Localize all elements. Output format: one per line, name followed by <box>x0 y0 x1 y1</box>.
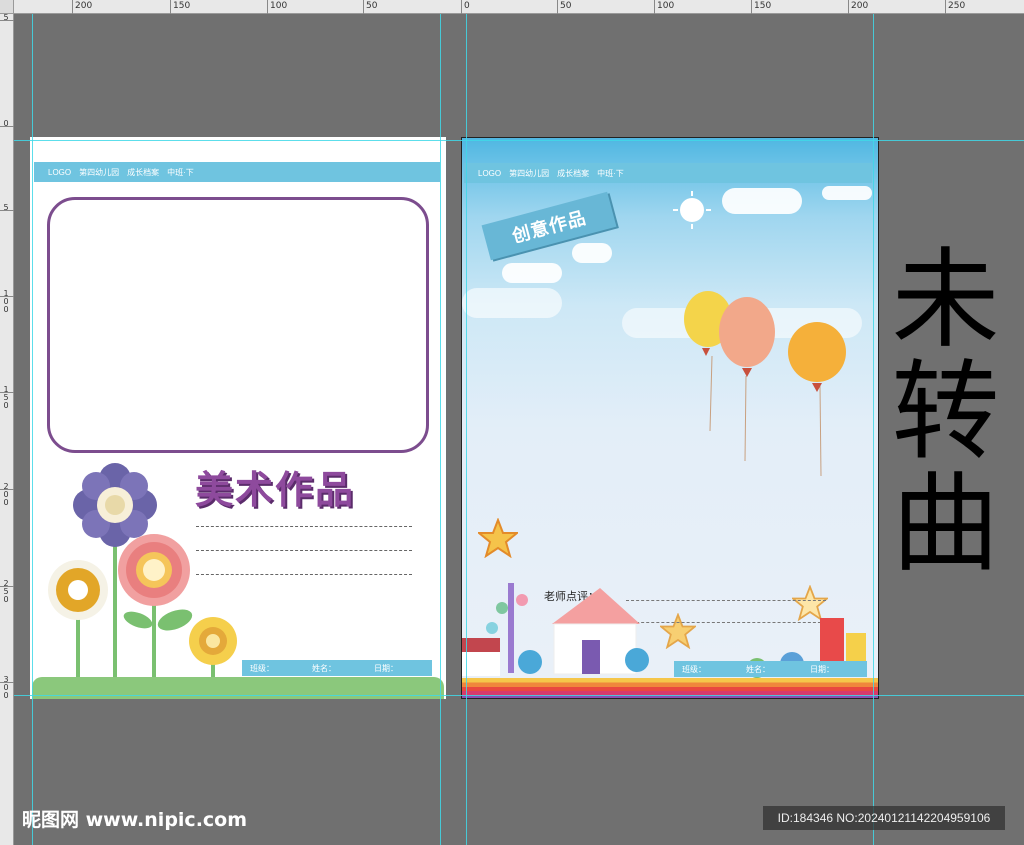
guide-line[interactable] <box>14 695 1024 696</box>
ruler-label: 5 <box>3 203 9 212</box>
ruler-label: 200 <box>75 1 93 11</box>
guide-line[interactable] <box>466 14 467 845</box>
ruler-label: 0 <box>3 119 9 128</box>
term-label: 中班·下 <box>597 168 624 178</box>
side-char: 曲 <box>891 462 1000 587</box>
school-name: 第四幼儿园 <box>509 168 550 178</box>
image-id-watermark: ID:184346 NO:20240121142204959106 <box>763 806 1005 830</box>
logo-text: LOGO <box>48 167 72 177</box>
guide-line[interactable] <box>873 14 874 845</box>
ruler-label: 100 <box>657 1 675 11</box>
ruler-label: 1 5 0 <box>3 385 9 410</box>
info-bar: 班级： 姓名： 日期： <box>674 661 867 677</box>
ruler-label: 3 0 0 <box>3 675 9 700</box>
cloud <box>462 288 562 318</box>
name-label: 姓名： <box>312 663 336 673</box>
ruler-label: 2 5 0 <box>3 579 9 604</box>
name-label: 姓名： <box>746 664 770 674</box>
archive-title: 成长档案 <box>127 167 160 177</box>
side-char: 转 <box>891 350 1000 475</box>
date-label: 日期： <box>374 663 398 673</box>
not-outlined-text: 未 转 曲 <box>888 245 1003 581</box>
ruler-label: 1 0 0 <box>3 289 9 314</box>
balloons-illustration <box>684 291 846 477</box>
cloud <box>722 188 802 214</box>
ruler-label: 150 <box>754 1 772 11</box>
purple-flower <box>73 463 157 547</box>
pink-flower <box>118 534 190 606</box>
left-page-canvas[interactable]: LOGO 第四幼儿园 成长档案 中班·下 美术作品 班级： 姓名： 日期： <box>30 137 446 699</box>
yellow-flower <box>48 560 108 620</box>
guide-line[interactable] <box>14 140 1024 141</box>
ruler-label: 100 <box>270 1 288 11</box>
logo-text: LOGO <box>478 168 502 178</box>
date-label: 日期： <box>810 664 834 674</box>
side-char: 未 <box>891 238 1000 363</box>
header-bar: LOGO 第四幼儿园 成长档案 中班·下 <box>464 163 872 183</box>
small-yellow-flower <box>189 617 237 665</box>
ruler-label: 150 <box>173 1 191 11</box>
class-label: 班级： <box>250 663 274 673</box>
ruler-label: 50 <box>366 1 378 11</box>
ruler-corner <box>0 0 14 14</box>
ruler-label: 200 <box>851 1 869 11</box>
term-label: 中班·下 <box>167 167 194 177</box>
right-page-canvas[interactable]: LOGO 第四幼儿园 成长档案 中班·下 创意作品 老师点评： 班级： 姓名： … <box>461 137 879 699</box>
guide-line[interactable] <box>32 14 33 845</box>
top-ruler[interactable]: 200 150 100 50 0 50 100 150 200 250 <box>0 0 1024 14</box>
info-bar: 班级： 姓名： 日期： <box>242 660 432 676</box>
class-label: 班级： <box>682 664 706 674</box>
school-name: 第四幼儿园 <box>79 167 120 177</box>
cloud <box>502 263 562 283</box>
flowers-illustration <box>48 463 237 677</box>
cloud <box>572 243 612 263</box>
archive-title: 成长档案 <box>557 168 590 178</box>
guide-line[interactable] <box>440 14 441 845</box>
header-bar: LOGO 第四幼儿园 成长档案 中班·下 <box>34 162 440 182</box>
site-watermark: 昵图网 www.nipic.com <box>22 809 248 831</box>
ruler-label: 250 <box>948 1 966 11</box>
cloud <box>822 186 872 200</box>
ruler-label: 5 <box>3 13 9 22</box>
ruler-label: 2 0 0 <box>3 482 9 507</box>
badge-text: 创意作品 <box>509 207 589 248</box>
ruler-label: 50 <box>560 1 572 11</box>
left-ruler[interactable]: 5 0 5 1 0 0 1 5 0 2 0 0 2 5 0 3 0 0 <box>0 14 14 845</box>
photo-frame[interactable] <box>47 197 429 453</box>
star-icon <box>478 518 518 558</box>
sun-icon <box>673 191 711 229</box>
ruler-label: 0 <box>464 1 470 11</box>
